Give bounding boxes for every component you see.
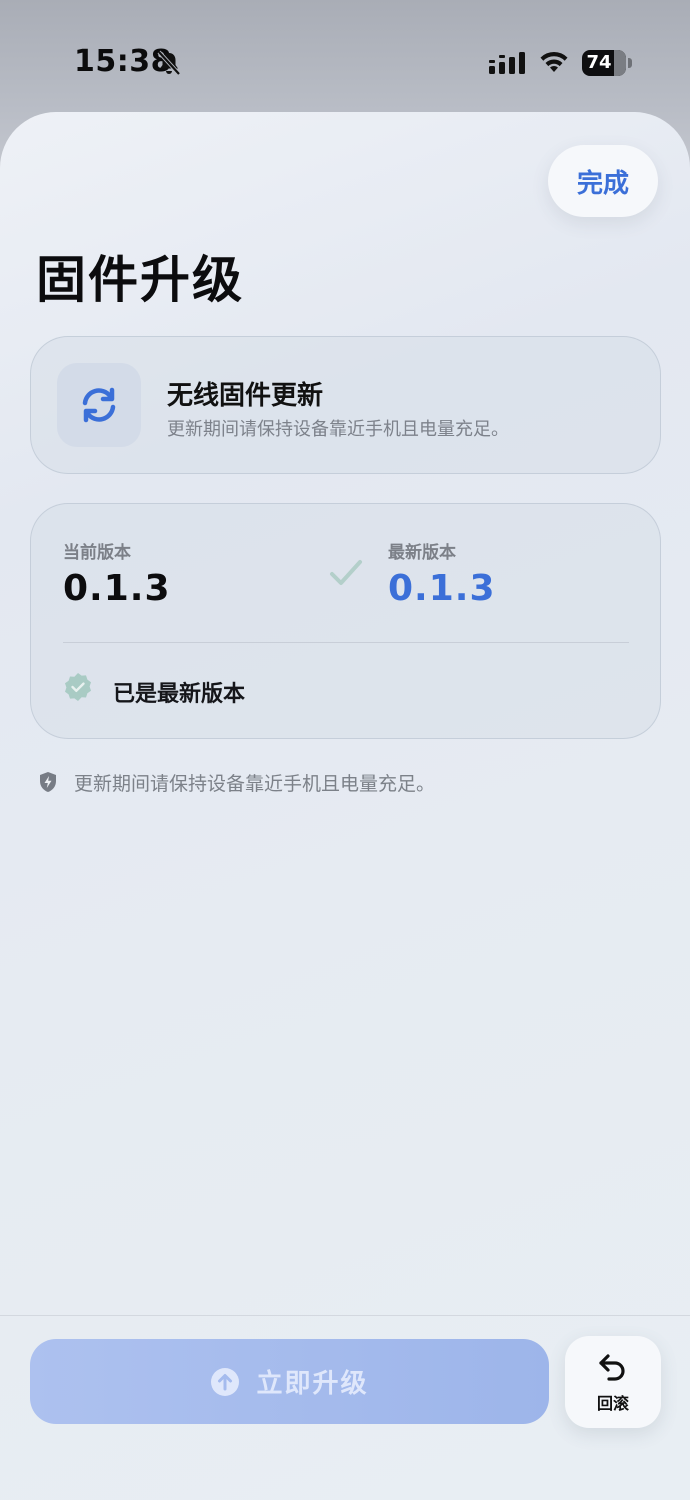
wifi-icon: [540, 51, 568, 72]
ota-info-card: 无线固件更新 更新期间请保持设备靠近手机且电量充足。: [30, 336, 661, 474]
rollback-label: 回滚: [596, 1394, 629, 1413]
ota-title: 无线固件更新: [167, 381, 324, 411]
battery-level: 74: [586, 52, 612, 73]
latest-version-value: 0.1.3: [388, 568, 496, 609]
ota-icon-container: [57, 363, 141, 447]
undo-arrow-icon: [599, 1354, 625, 1381]
done-button[interactable]: 完成: [548, 145, 658, 217]
status-bar: 15:38 74: [0, 0, 690, 110]
note-text: 更新期间请保持设备靠近手机且电量充足。: [74, 772, 436, 795]
upgrade-now-button[interactable]: 立即升级: [30, 1339, 549, 1424]
shield-bolt-icon: [40, 772, 56, 792]
verified-badge-icon: [65, 673, 91, 701]
footer-divider: [0, 1315, 690, 1316]
divider: [63, 642, 629, 643]
battery-icon: 74: [582, 50, 632, 76]
page-title: 固件升级: [36, 251, 244, 309]
version-card: 当前版本 0.1.3 最新版本 0.1.3 已是最新版本: [30, 503, 661, 739]
up-to-date-status: 已是最新版本: [113, 682, 246, 707]
battery-note: 更新期间请保持设备靠近手机且电量充足。: [38, 768, 435, 796]
bell-slash-icon: [157, 50, 181, 76]
firmware-upgrade-sheet: 完成 固件升级 无线固件更新 更新期间请保持设备靠近手机且电量充足。 当前版本 …: [0, 112, 690, 1500]
checkmark-icon: [330, 560, 362, 585]
refresh-icon: [82, 387, 116, 423]
latest-version-label: 最新版本: [388, 543, 456, 563]
rollback-button[interactable]: 回滚: [565, 1336, 661, 1428]
current-version-value: 0.1.3: [63, 568, 171, 609]
arrow-up-circle-icon: [211, 1367, 240, 1396]
upgrade-now-label: 立即升级: [256, 1369, 369, 1399]
cellular-signal-icon: [489, 52, 525, 74]
ota-subtitle: 更新期间请保持设备靠近手机且电量充足。: [167, 419, 509, 440]
current-version-label: 当前版本: [63, 543, 131, 563]
